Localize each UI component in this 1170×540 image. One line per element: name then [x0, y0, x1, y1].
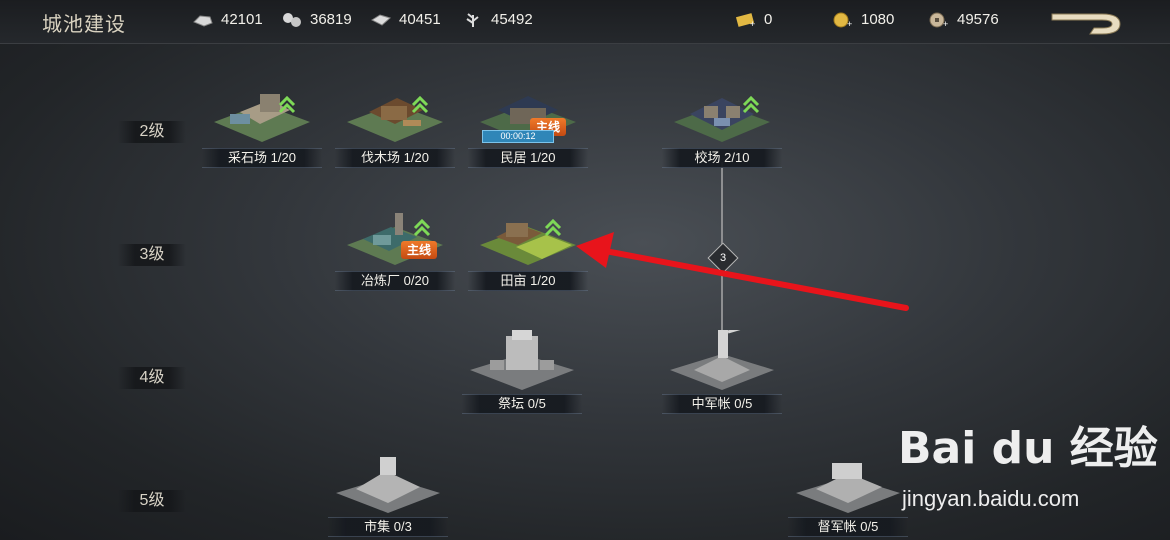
baidu-watermark: Bai du 经验 jingyan.baidu.com: [898, 412, 1158, 522]
watermark-logo: Bai du 经验: [898, 423, 1158, 474]
watermark-url: jingyan.baidu.com: [902, 486, 1080, 511]
